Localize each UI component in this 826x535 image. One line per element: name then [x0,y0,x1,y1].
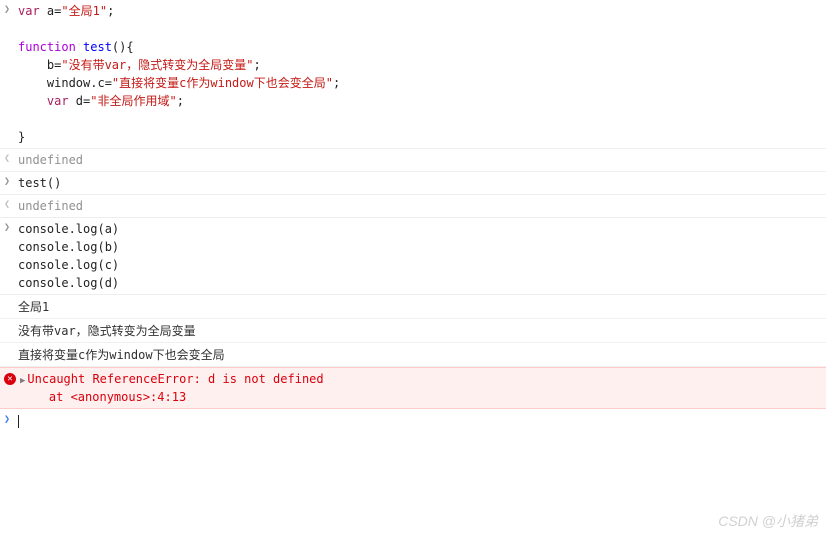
assign: d= [69,94,91,108]
console-output-2: ❮ undefined [0,195,826,218]
string-literal: "全局1" [61,4,107,18]
keyword-function: function [18,40,76,54]
semicolon: ; [333,76,340,90]
input-chevron-icon: ❯ [4,412,18,430]
code-content: var a="全局1"; function test(){ b="没有带var，… [18,2,826,146]
input-chevron-icon: ❯ [4,2,18,146]
log-line: console.log(b) [18,240,119,254]
output-chevron-icon: ❮ [4,197,18,215]
log-line: console.log(d) [18,276,119,290]
error-line-2: at <anonymous>:4:13 [20,390,186,404]
input-chevron-icon: ❯ [4,174,18,192]
error-icon: ✕ [4,373,16,385]
console-input-block-2[interactable]: ❯ test() [0,172,826,195]
var-name: a [40,4,54,18]
input-field[interactable] [18,412,822,430]
string-literal: "没有带var，隐式转变为全局变量" [61,58,253,72]
error-message[interactable]: ✕ ▶Uncaught ReferenceError: d is not def… [0,367,826,409]
log-line: console.log(c) [18,258,119,272]
undefined-output: undefined [18,197,826,215]
error-line-1: Uncaught ReferenceError: d is not define… [27,372,323,386]
assign: window.c= [18,76,112,90]
expand-arrow-icon[interactable]: ▶ [20,376,25,386]
brace-close: } [18,130,25,144]
log-line: console.log(a) [18,222,119,236]
semicolon: ; [107,4,114,18]
watermark: CSDN @小猪弟 [718,511,818,531]
string-literal: "非全局作用域" [90,94,176,108]
string-literal: "直接将变量c作为window下也会变全局" [112,76,333,90]
semicolon: ; [177,94,184,108]
log-output-2: 没有带var，隐式转变为全局变量 [0,319,826,343]
console-input-block-3[interactable]: ❯ console.log(a) console.log(b) console.… [0,218,826,295]
console-input-block-1[interactable]: ❯ var a="全局1"; function test(){ b="没有带va… [0,0,826,149]
paren-brace: (){ [112,40,134,54]
keyword-var: var [18,4,40,18]
log-output-1: 全局1 [0,295,826,319]
console-prompt[interactable]: ❯ [0,409,826,433]
log-output-3: 直接将变量c作为window下也会变全局 [0,343,826,367]
cursor [18,415,19,428]
output-chevron-icon: ❮ [4,151,18,169]
input-chevron-icon: ❯ [4,220,18,292]
code-content: test() [18,174,826,192]
keyword-var: var [18,94,69,108]
semicolon: ; [253,58,260,72]
assign: b= [18,58,61,72]
error-text: ▶Uncaught ReferenceError: d is not defin… [20,371,324,405]
function-name: test [76,40,112,54]
console-output-1: ❮ undefined [0,149,826,172]
code-content: console.log(a) console.log(b) console.lo… [18,220,826,292]
undefined-output: undefined [18,151,826,169]
